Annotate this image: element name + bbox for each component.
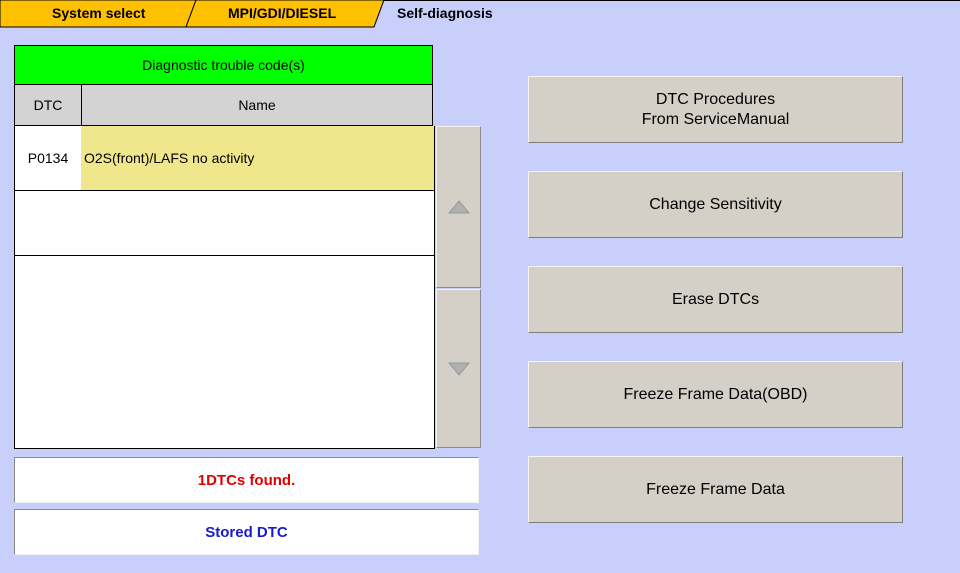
dtc-code-cell <box>14 191 82 256</box>
dtc-count-status: 1DTCs found. <box>14 457 479 503</box>
dtc-name-cell <box>81 320 435 385</box>
breadcrumb-self-diagnosis: Self-diagnosis <box>397 5 493 21</box>
breadcrumb-system-select[interactable]: System select <box>52 5 145 21</box>
table-row[interactable] <box>14 320 435 385</box>
triangle-down-icon <box>447 362 470 376</box>
dtc-code-cell: P0134 <box>14 126 82 191</box>
triangle-up-icon <box>447 200 470 214</box>
button-label-line1: DTC Procedures <box>655 90 776 108</box>
dtc-code-cell <box>14 256 82 321</box>
button-label: Freeze Frame Data(OBD) <box>623 385 808 403</box>
button-label: Erase DTCs <box>671 290 760 308</box>
dtc-procedures-button[interactable]: DTC Procedures From ServiceManual <box>528 76 903 143</box>
column-header-dtc: DTC <box>14 85 82 126</box>
dtc-name-cell <box>81 191 435 256</box>
scroll-down-button[interactable] <box>436 289 481 448</box>
table-row[interactable]: P0134 O2S(front)/LAFS no activity <box>14 126 435 191</box>
button-label: Freeze Frame Data <box>646 480 785 498</box>
dtc-name-cell <box>81 384 435 449</box>
breadcrumb: System select MPI/GDI/DIESEL Self-diagno… <box>0 0 960 28</box>
change-sensitivity-button[interactable]: Change Sensitivity <box>528 171 903 238</box>
button-label-line2: From ServiceManual <box>641 110 790 128</box>
table-row[interactable] <box>14 256 435 321</box>
dtc-mode-status: Stored DTC <box>14 509 479 555</box>
button-label: Change Sensitivity <box>649 195 782 213</box>
table-row[interactable] <box>14 191 435 256</box>
dtc-name-cell: O2S(front)/LAFS no activity <box>81 126 435 191</box>
erase-dtcs-button[interactable]: Erase DTCs <box>528 266 903 333</box>
dtc-name-cell <box>81 256 435 321</box>
freeze-frame-data-button[interactable]: Freeze Frame Data <box>528 456 903 523</box>
freeze-frame-data-obd-button[interactable]: Freeze Frame Data(OBD) <box>528 361 903 428</box>
breadcrumb-mpi-gdi-diesel[interactable]: MPI/GDI/DIESEL <box>228 5 336 21</box>
column-header-name: Name <box>81 85 433 126</box>
table-row[interactable] <box>14 384 435 449</box>
dtc-code-cell <box>14 384 82 449</box>
dtc-table-title: Diagnostic trouble code(s) <box>14 45 433 85</box>
dtc-code-cell <box>14 320 82 385</box>
scroll-up-button[interactable] <box>436 126 481 288</box>
